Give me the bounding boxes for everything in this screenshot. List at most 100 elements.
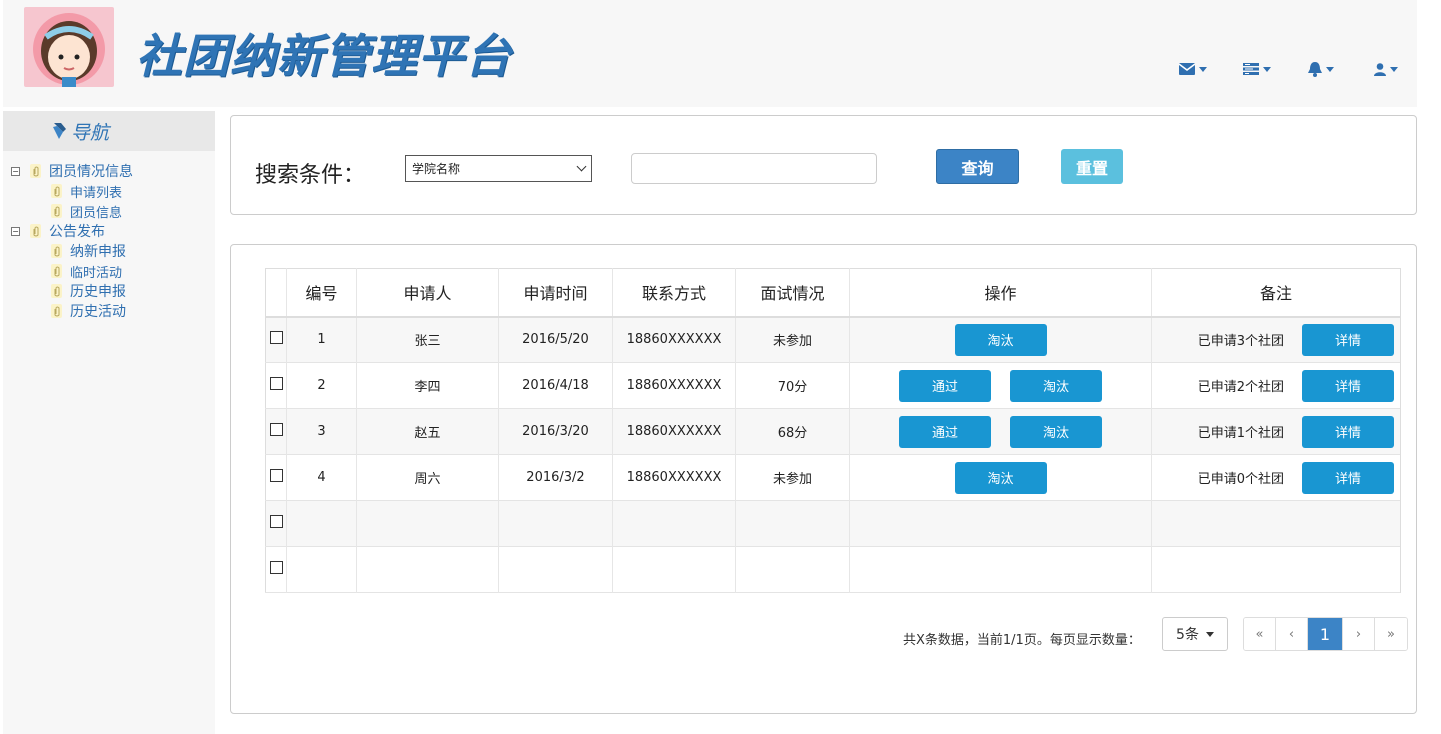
messages-dropdown[interactable] <box>1179 59 1207 79</box>
next-page-button[interactable]: › <box>1343 618 1375 650</box>
eliminate-button[interactable]: 淘汰 <box>954 323 1047 356</box>
user-icon <box>1374 62 1386 76</box>
current-page-button[interactable]: 1 <box>1308 618 1343 650</box>
sidebar-item-label: 历史活动 <box>70 304 126 320</box>
search-label: 搜索条件： <box>255 163 366 188</box>
cell-id: 4 <box>286 454 357 501</box>
envelope-icon <box>1179 63 1195 75</box>
table-row-empty <box>265 500 1401 547</box>
tasks-dropdown[interactable] <box>1243 59 1271 79</box>
chevron-down-icon <box>576 161 587 172</box>
last-page-button[interactable]: » <box>1375 618 1407 650</box>
user-dropdown[interactable] <box>1374 59 1398 79</box>
table-row: 2 李四 2016/4/18 18860XXXXXX 70分 通过 淘汰 已申请2… <box>265 362 1401 409</box>
query-button[interactable]: 查询 <box>936 149 1019 184</box>
app-header: 社团纳新管理平台 <box>3 0 1417 107</box>
cell-interview: 未参加 <box>735 454 850 501</box>
notifications-dropdown[interactable] <box>1308 59 1334 79</box>
pagination-info: 共X条数据，当前1/1页。每页显示数量： <box>903 633 1141 648</box>
sidebar-item-member-info[interactable]: 团员信息 <box>3 201 215 221</box>
cell-interview: 68分 <box>735 408 850 455</box>
col-header-applicant[interactable]: 申请人 <box>356 268 499 317</box>
pass-button[interactable]: 通过 <box>899 369 991 402</box>
row-checkbox[interactable] <box>269 469 283 482</box>
detail-button[interactable]: 详情 <box>1302 415 1394 448</box>
tree-group-announcements[interactable]: − 公告发布 <box>3 221 215 241</box>
paperclip-icon <box>51 264 62 278</box>
detail-button[interactable]: 详情 <box>1302 323 1394 356</box>
paperclip-icon <box>51 204 62 218</box>
paperclip-icon <box>51 244 62 258</box>
tree-group-member-info[interactable]: − 团员情况信息 <box>3 161 215 181</box>
col-header-note[interactable]: 备注 <box>1151 268 1401 317</box>
cell-interview: 70分 <box>735 362 850 409</box>
paperclip-icon <box>30 224 41 238</box>
sidebar-item-history-activity[interactable]: 历史活动 <box>3 301 215 321</box>
cell-name: 赵五 <box>356 408 499 455</box>
detail-button[interactable]: 详情 <box>1302 461 1394 494</box>
bell-icon <box>1308 61 1322 77</box>
college-select[interactable]: 学院名称 <box>405 155 592 182</box>
row-checkbox[interactable] <box>269 515 283 528</box>
cell-note: 已申请0个社团 <box>1197 472 1284 487</box>
row-checkbox[interactable] <box>269 331 283 345</box>
eliminate-button[interactable]: 淘汰 <box>1010 369 1102 402</box>
page-size-value: 5条 <box>1176 627 1199 643</box>
detail-button[interactable]: 详情 <box>1302 369 1394 402</box>
col-header-interview[interactable]: 面试情况 <box>735 268 850 317</box>
search-input[interactable] <box>631 153 877 184</box>
cell-id: 1 <box>286 316 357 363</box>
tree-group-label: 团员情况信息 <box>49 164 133 180</box>
cell-note: 已申请2个社团 <box>1197 380 1284 395</box>
col-header-date[interactable]: 申请时间 <box>498 268 613 317</box>
col-header-action[interactable]: 操作 <box>849 268 1152 317</box>
sidebar-item-recruit-report[interactable]: 纳新申报 <box>3 241 215 261</box>
col-header-contact[interactable]: 联系方式 <box>612 268 736 317</box>
caret-down-icon <box>1199 66 1207 72</box>
cell-note: 已申请1个社团 <box>1197 426 1284 441</box>
nav-header: 导航 <box>3 111 215 151</box>
sidebar-item-application-list[interactable]: 申请列表 <box>3 181 215 201</box>
caret-down-icon <box>1390 66 1398 72</box>
first-page-button[interactable]: « <box>1244 618 1276 650</box>
cell-phone: 18860XXXXXX <box>612 408 736 455</box>
sidebar-item-label: 申请列表 <box>70 185 123 201</box>
table-row: 4 周六 2016/3/2 18860XXXXXX 未参加 淘汰 已申请0个社团… <box>265 454 1401 501</box>
cell-id: 3 <box>286 408 357 455</box>
sidebar-item-label: 纳新申报 <box>70 244 126 260</box>
eliminate-button[interactable]: 淘汰 <box>1010 415 1102 448</box>
cell-date: 2016/3/2 <box>498 454 613 501</box>
collapse-icon[interactable]: − <box>11 226 20 236</box>
table-panel: 编号 申请人 申请时间 联系方式 面试情况 操作 备注 1 张三 2016/5/… <box>230 244 1417 714</box>
cell-note: 已申请3个社团 <box>1197 334 1284 350</box>
app-title: 社团纳新管理平台 <box>136 29 512 83</box>
pin-icon <box>53 123 66 139</box>
sidebar-item-history-report[interactable]: 历史申报 <box>3 281 215 301</box>
cell-phone: 18860XXXXXX <box>612 454 736 501</box>
prev-page-button[interactable]: ‹ <box>1276 618 1308 650</box>
row-checkbox[interactable] <box>269 377 283 390</box>
table-row-empty <box>265 546 1401 593</box>
paperclip-icon <box>51 184 62 198</box>
sidebar-item-temp-activity[interactable]: 临时活动 <box>3 261 215 281</box>
cell-phone: 18860XXXXXX <box>612 316 736 363</box>
select-value: 学院名称 <box>412 162 461 176</box>
row-checkbox[interactable] <box>269 561 283 574</box>
cell-interview: 未参加 <box>735 316 850 363</box>
nav-tree: − 团员情况信息 申请列表 团员信息 − 公告发布 纳新申报 临时活动 历史申报 <box>3 151 215 321</box>
row-checkbox[interactable] <box>269 423 283 436</box>
search-panel: 搜索条件： 学院名称 查询 重置 <box>230 115 1417 215</box>
cell-date: 2016/4/18 <box>498 362 613 409</box>
page-size-dropdown[interactable]: 5条 <box>1162 617 1228 651</box>
eliminate-button[interactable]: 淘汰 <box>954 461 1047 494</box>
pass-button[interactable]: 通过 <box>899 415 991 448</box>
pagination: « ‹ 1 › » <box>1243 617 1408 651</box>
reset-button[interactable]: 重置 <box>1061 149 1123 184</box>
col-header-id[interactable]: 编号 <box>286 268 357 317</box>
cell-date: 2016/3/20 <box>498 408 613 455</box>
header-checkbox-cell <box>265 268 287 317</box>
sidebar-item-label: 历史申报 <box>70 284 126 300</box>
caret-down-icon <box>1326 66 1334 72</box>
collapse-icon[interactable]: − <box>11 166 20 176</box>
tasks-icon <box>1243 63 1259 75</box>
